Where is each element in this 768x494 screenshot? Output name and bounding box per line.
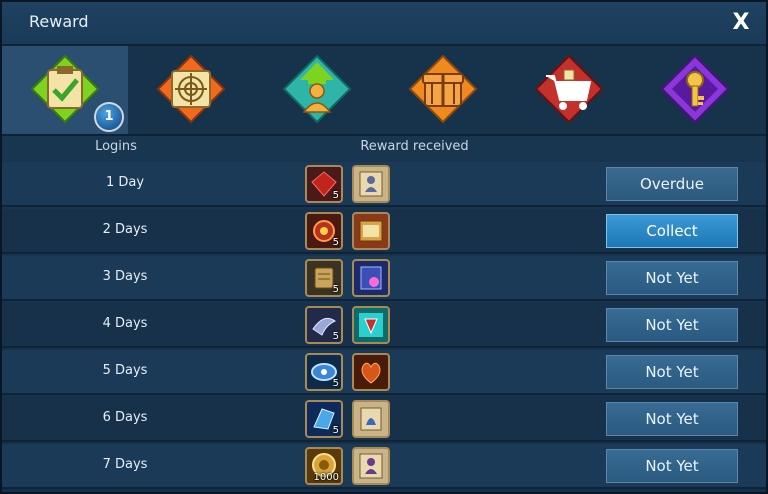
reward-item[interactable]: 5 [305, 259, 343, 297]
item-quantity: 5 [332, 237, 339, 248]
item-quantity: 5 [332, 190, 339, 201]
flame-heart-icon [361, 362, 381, 384]
blue-scroll-icon [360, 407, 382, 431]
reward-item[interactable]: 5 [305, 212, 343, 250]
login-day: 6 Days [102, 410, 148, 425]
tab-daily-login[interactable]: 1 [2, 46, 128, 134]
table-row: 6 Days 5 Not Yet [2, 397, 766, 442]
close-button[interactable]: X [728, 9, 754, 37]
reward-item[interactable]: 1000 [305, 447, 343, 485]
hero-card-icon [359, 453, 383, 479]
login-day: 4 Days [102, 316, 148, 331]
tab-badge: 1 [94, 102, 124, 132]
tab-target[interactable] [128, 46, 254, 134]
item-quantity: 5 [332, 378, 339, 389]
not-yet-button[interactable]: Not Yet [606, 449, 738, 483]
not-yet-button[interactable]: Not Yet [606, 355, 738, 389]
reward-item[interactable] [352, 165, 390, 203]
reward-item[interactable] [352, 259, 390, 297]
reward-item[interactable] [352, 353, 390, 391]
collect-button[interactable]: Collect [606, 214, 738, 248]
table-row: 5 Days 5 Not Yet [2, 350, 766, 395]
window-title: Reward [29, 12, 89, 31]
reward-item[interactable]: 5 [305, 400, 343, 438]
not-yet-button[interactable]: Not Yet [606, 308, 738, 342]
reward-item[interactable] [352, 400, 390, 438]
login-day: 7 Days [102, 457, 148, 472]
character-card-icon [359, 171, 383, 197]
login-day: 1 Day [105, 175, 145, 190]
treasure-scroll-icon [359, 220, 383, 242]
item-quantity: 5 [332, 284, 339, 295]
reward-window: Reward X 1 Logins Reward received 1 Day … [0, 0, 768, 494]
table-row: 4 Days 5 Not Yet [2, 303, 766, 348]
reward-item[interactable]: 5 [305, 353, 343, 391]
reward-item[interactable] [352, 447, 390, 485]
not-yet-button[interactable]: Not Yet [606, 402, 738, 436]
target-scroll-icon [156, 54, 226, 124]
not-yet-button[interactable]: Not Yet [606, 261, 738, 295]
table-row: 2 Days 5 Collect [2, 209, 766, 254]
shopping-cart-icon [534, 54, 604, 124]
reward-tabs: 1 [2, 46, 766, 136]
tab-growth[interactable] [254, 46, 380, 134]
title-bar: Reward X [2, 2, 766, 46]
item-quantity: 5 [332, 331, 339, 342]
magic-card-icon [360, 266, 382, 290]
tab-shop[interactable] [506, 46, 632, 134]
teal-crystal-icon [359, 313, 383, 337]
tab-gift[interactable] [380, 46, 506, 134]
login-day: 5 Days [102, 363, 148, 378]
gift-box-icon [408, 54, 478, 124]
item-quantity: 5 [332, 425, 339, 436]
check-clipboard-icon [30, 54, 100, 124]
item-quantity: 1000 [313, 472, 339, 483]
login-day: 3 Days [102, 269, 148, 284]
header-logins: Logins [95, 139, 137, 154]
table-row: 3 Days 5 Not Yet [2, 256, 766, 301]
tab-key[interactable] [632, 46, 758, 134]
reward-item[interactable] [352, 212, 390, 250]
reward-item[interactable] [352, 306, 390, 344]
overdue-button[interactable]: Overdue [606, 167, 738, 201]
header-reward: Reward received [360, 139, 469, 154]
table-row: 1 Day 5 Overdue [2, 162, 766, 207]
person-up-arrow-icon [282, 54, 352, 124]
key-shield-icon [660, 54, 730, 124]
reward-item[interactable]: 5 [305, 306, 343, 344]
table-row: 7 Days 1000 Not Yet [2, 444, 766, 489]
table-header: Logins Reward received [2, 136, 766, 160]
login-day: 2 Days [102, 222, 148, 237]
reward-item[interactable]: 5 [305, 165, 343, 203]
